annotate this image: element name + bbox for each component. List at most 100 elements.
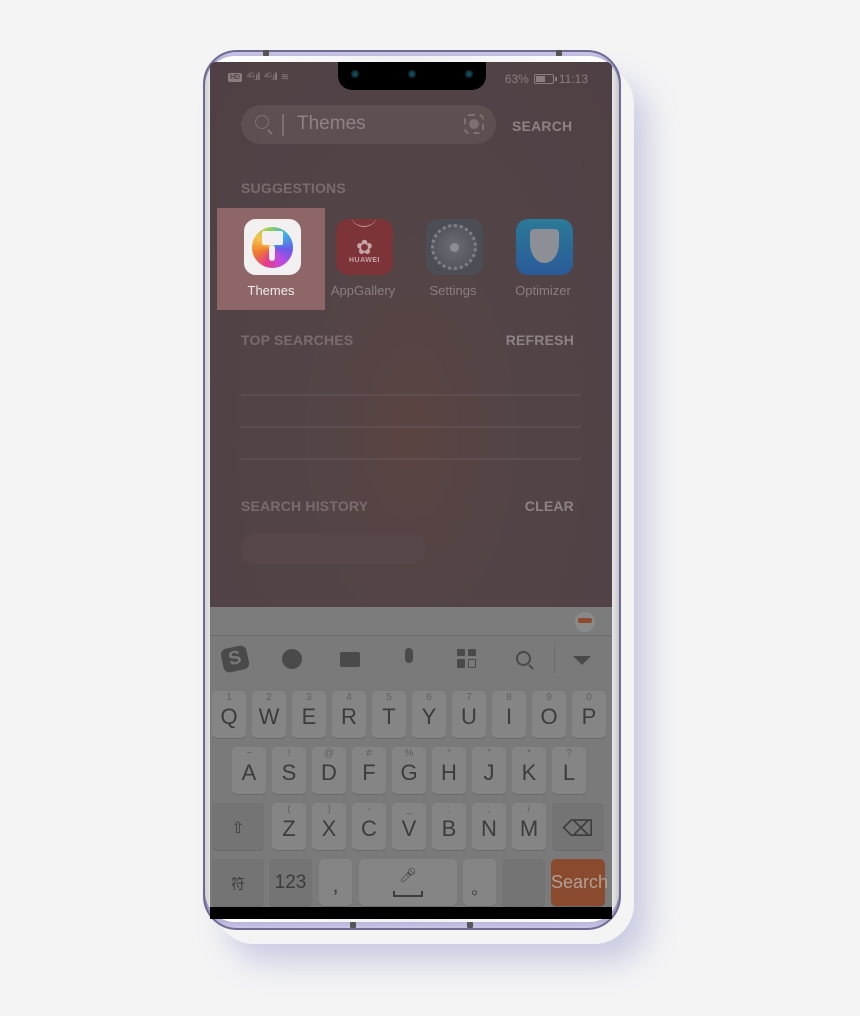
space-bar-icon [393, 891, 423, 897]
wifi-icon: ≋ [280, 72, 289, 83]
key-x[interactable]: ) X [312, 803, 346, 850]
key-r[interactable]: 4R [332, 691, 366, 738]
keyboard-toolbar: S [210, 637, 612, 681]
suggestion-app-optimizer[interactable]: Optimizer [489, 208, 597, 310]
top-searches-heading: TOP SEARCHES [241, 332, 354, 348]
key-secondary-label: % [404, 748, 414, 759]
key-a[interactable]: ~ A [232, 747, 266, 794]
camera-lens [408, 70, 416, 78]
antenna-band [556, 50, 562, 56]
key-d[interactable]: @ D [312, 747, 346, 794]
period-key[interactable]: 。 [463, 859, 496, 906]
key-m[interactable]: / M [512, 803, 546, 850]
signal-icon: ⁴ᴳ.ıll [246, 72, 260, 83]
antenna-band [467, 922, 473, 928]
key-n[interactable]: ; N [472, 803, 506, 850]
key-f[interactable]: # F [352, 747, 386, 794]
key-e[interactable]: 3E [292, 691, 326, 738]
history-item[interactable] [241, 534, 426, 564]
collapse-keyboard-icon[interactable] [573, 656, 591, 665]
key-secondary-label: - [367, 804, 371, 815]
clock: 11:13 [558, 72, 588, 86]
key-secondary-label: 7 [466, 692, 472, 703]
space-key[interactable]: 🎤︎ [359, 859, 457, 906]
key-secondary-label: ; [487, 804, 491, 815]
key-label: P [581, 704, 597, 729]
optimizer-icon [516, 219, 573, 275]
mascot-icon[interactable] [575, 612, 595, 632]
refresh-button[interactable]: REFRESH [506, 332, 574, 348]
microphone-icon[interactable] [405, 648, 413, 663]
key-label: W [258, 704, 280, 729]
key-j[interactable]: ” J [472, 747, 506, 794]
key-label: Z [282, 816, 296, 841]
key-i[interactable]: 8I [492, 691, 526, 738]
emoji-icon[interactable] [282, 649, 302, 669]
search-input[interactable] [297, 113, 457, 135]
key-b[interactable]: :B [432, 803, 466, 850]
key-v[interactable]: _ V [392, 803, 426, 850]
key-s[interactable]: ! S [272, 747, 306, 794]
key-secondary-label: 2 [266, 692, 272, 703]
key-secondary-label: 1 [226, 692, 232, 703]
key-label: I [505, 704, 513, 729]
key-label: J [483, 760, 495, 785]
key-label: F [362, 760, 376, 785]
key-h[interactable]: “H [432, 747, 466, 794]
battery-level [535, 76, 546, 82]
search-icon[interactable] [516, 651, 531, 666]
settings-icon [426, 219, 483, 275]
scan-icon[interactable] [464, 114, 484, 134]
bottom-bezel [210, 907, 612, 919]
key-y[interactable]: 6Y [412, 691, 446, 738]
search-button[interactable]: SEARCH [512, 118, 572, 134]
shift-key[interactable]: ⇧ [212, 803, 264, 850]
appgallery-icon: ✿ HUAWEI [336, 219, 393, 275]
camera-notch [338, 62, 486, 90]
enter-alt-key[interactable] [502, 859, 545, 906]
key-o[interactable]: 9O [532, 691, 566, 738]
key-g[interactable]: % G [392, 747, 426, 794]
apps-grid-icon[interactable] [457, 649, 476, 668]
key-t[interactable]: 5T [372, 691, 406, 738]
app-label: Optimizer [515, 283, 571, 298]
key-label: D [321, 760, 337, 785]
key-q[interactable]: 1Q [212, 691, 246, 738]
key-secondary-label: # [366, 748, 372, 759]
backspace-key[interactable]: ⌫ [552, 803, 604, 850]
search-icon [255, 115, 269, 129]
key-p[interactable]: 0P [572, 691, 606, 738]
hd-voice-icon: HD [228, 73, 243, 82]
key-label: G [400, 760, 418, 785]
sogou-logo-icon[interactable]: S [219, 644, 251, 674]
key-secondary-label: 3 [306, 692, 312, 703]
key-label: V [401, 816, 417, 841]
key-u[interactable]: 7U [452, 691, 486, 738]
search-page: HD ⁴ᴳ.ıll ⁴ᴳ.ıll ≋ 63% 11:13 SEARCH SUGG… [210, 62, 612, 607]
battery-percent: 63% [504, 72, 529, 86]
search-history-heading: SEARCH HISTORY [241, 498, 369, 514]
top-searches-list [241, 364, 581, 474]
comma-key[interactable]: , [319, 859, 352, 906]
phone-mockup: HD ⁴ᴳ.ıll ⁴ᴳ.ıll ≋ 63% 11:13 SEARCH SUGG… [0, 0, 860, 1016]
key-k[interactable]: * K [512, 747, 546, 794]
key-label: O [540, 704, 558, 729]
key-label: C [361, 816, 377, 841]
search-key[interactable]: Search [551, 859, 608, 906]
key-l[interactable]: ? L [552, 747, 586, 794]
key-label: T [382, 704, 396, 729]
backspace-icon: ⌫ [562, 816, 594, 841]
key-secondary-label: ~ [246, 748, 252, 759]
symbols-key[interactable]: 符 [212, 859, 264, 906]
key-label: S [281, 760, 297, 785]
clear-history-button[interactable]: CLEAR [525, 498, 574, 514]
key-label: B [441, 816, 457, 841]
key-w[interactable]: 2W [252, 691, 286, 738]
key-z[interactable]: (Z [272, 803, 306, 850]
numbers-key[interactable]: 123 [269, 859, 312, 906]
key-label: E [301, 704, 317, 729]
key-label: Q [220, 704, 238, 729]
search-bar[interactable] [241, 105, 496, 144]
key-c[interactable]: -C [352, 803, 386, 850]
keyboard-icon[interactable] [340, 652, 360, 667]
